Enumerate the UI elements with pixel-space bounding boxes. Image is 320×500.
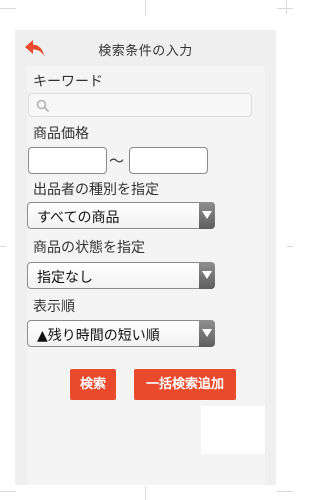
price-max-input[interactable] <box>130 148 207 173</box>
dropdown-arrow-icon <box>202 271 212 279</box>
condition-label: 商品の状態を指定 <box>33 240 145 256</box>
search-conditions-panel: 検索条件の入力 キーワード 商品価格 〜 出品者の種別を指定 すべての商品 商品… <box>15 30 276 485</box>
search-icon <box>36 99 50 113</box>
crop-mark <box>145 486 146 500</box>
crop-mark <box>145 0 146 16</box>
price-label: 商品価格 <box>33 126 89 142</box>
price-separator: 〜 <box>109 152 125 170</box>
seller-type-select[interactable]: すべての商品 <box>27 202 215 229</box>
crop-mark <box>287 246 293 247</box>
crop-mark <box>0 246 6 247</box>
crop-mark <box>0 8 16 9</box>
crop-mark <box>0 491 16 492</box>
keyword-input[interactable] <box>53 96 248 114</box>
sort-value: ▲残り時間の短い順 <box>37 328 160 344</box>
sort-select[interactable]: ▲残り時間の短い順 <box>27 320 215 347</box>
condition-dropdown[interactable] <box>199 262 215 289</box>
search-form: キーワード 商品価格 〜 出品者の種別を指定 すべての商品 商品の状態を指定 指… <box>27 66 265 485</box>
crop-mark <box>277 491 293 492</box>
seller-type-value: すべての商品 <box>37 210 120 226</box>
dropdown-arrow-icon <box>202 211 212 219</box>
price-min-input[interactable] <box>29 148 106 173</box>
page-title: 検索条件の入力 <box>98 44 193 59</box>
price-min-box[interactable] <box>28 147 107 174</box>
search-button[interactable]: 検索 <box>70 369 116 400</box>
sort-dropdown[interactable] <box>199 320 215 347</box>
blank-area <box>201 406 265 454</box>
keyword-label: キーワード <box>33 74 103 90</box>
seller-type-dropdown[interactable] <box>199 202 215 229</box>
keyword-search-box[interactable] <box>28 93 252 117</box>
bulk-search-add-button[interactable]: 一括検索追加 <box>134 369 236 400</box>
condition-value: 指定なし <box>37 270 93 286</box>
crop-mark <box>277 8 293 9</box>
dropdown-arrow-icon <box>202 329 212 337</box>
condition-select[interactable]: 指定なし <box>27 262 215 289</box>
seller-type-label: 出品者の種別を指定 <box>33 182 159 198</box>
header-bar: 検索条件の入力 <box>15 30 276 66</box>
sort-label: 表示順 <box>33 299 75 315</box>
price-max-box[interactable] <box>129 147 208 174</box>
crop-mark <box>286 0 287 14</box>
